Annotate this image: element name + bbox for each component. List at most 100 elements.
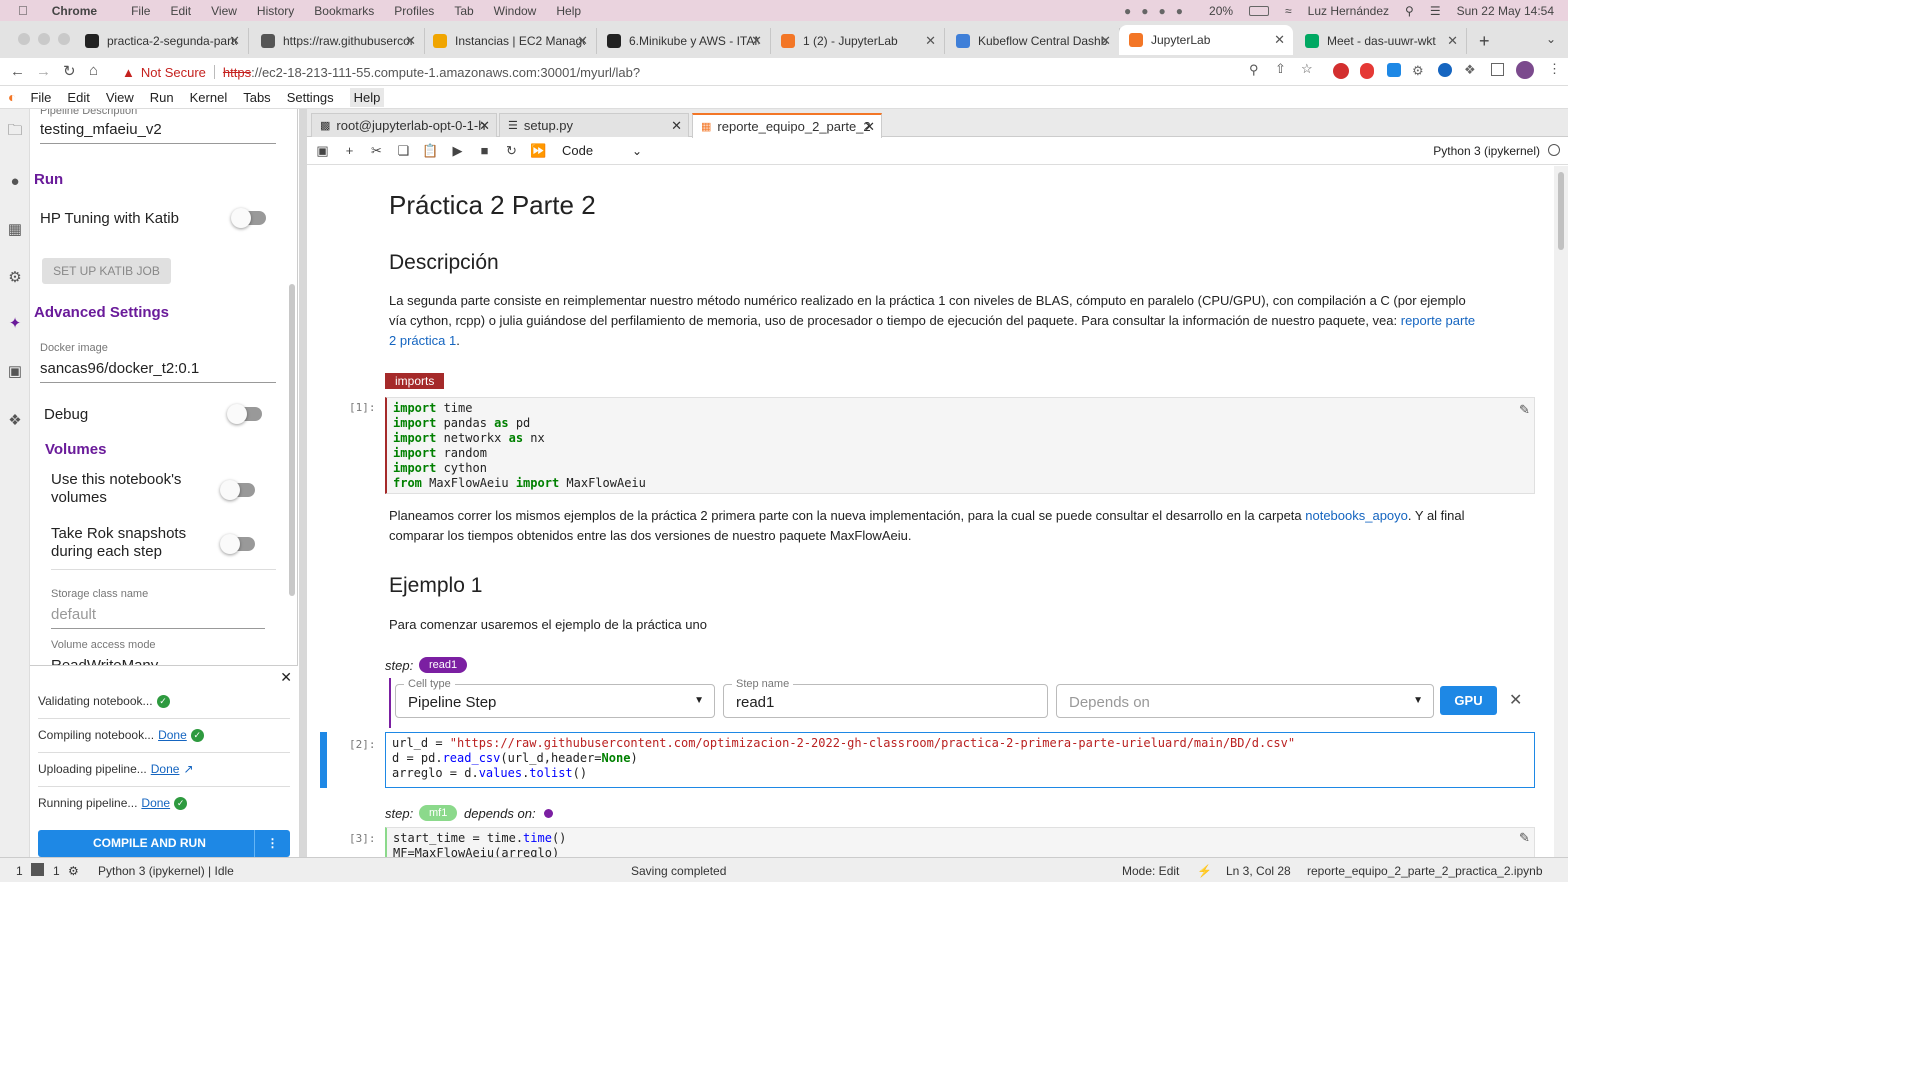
fast-forward-icon[interactable]: ⏩ xyxy=(525,143,552,159)
step-badge-mf1[interactable]: mf1 xyxy=(419,805,458,821)
security-label[interactable]: Not Secure xyxy=(141,65,206,80)
status-count-1[interactable]: 1 xyxy=(16,864,23,878)
cut-icon[interactable]: ✂ xyxy=(363,143,390,159)
share-icon[interactable]: ⇧ xyxy=(1275,61,1286,77)
kernel-status[interactable]: Python 3 (ipykernel) | Idle xyxy=(98,864,234,878)
chevron-down-icon[interactable]: ▼ xyxy=(1413,695,1423,706)
browser-tab[interactable]: https://raw.githubuserconte ✕ xyxy=(251,28,425,54)
extension-adblock-icon[interactable] xyxy=(1333,63,1349,79)
stop-icon[interactable]: ■ xyxy=(471,143,498,158)
mac-menu-tab[interactable]: Tab xyxy=(454,4,473,18)
step-badge-read1[interactable]: read1 xyxy=(419,657,468,673)
edit-pencil-icon[interactable]: ✎ xyxy=(1519,402,1530,418)
omnibox[interactable]: ▲ Not Secure https ://ec2-18-213-111-55.… xyxy=(112,60,1322,84)
close-tab-icon[interactable]: ✕ xyxy=(751,33,762,49)
chevron-down-icon[interactable]: ▼ xyxy=(694,695,704,706)
hp-tuning-toggle[interactable] xyxy=(231,208,266,228)
external-link-icon[interactable]: ↗ xyxy=(183,762,193,776)
control-center-icon[interactable]: ☰ xyxy=(1430,4,1441,18)
notebook-scrollbar[interactable] xyxy=(1554,166,1568,857)
compile-and-run-button[interactable]: COMPILE AND RUN ⋮ xyxy=(38,830,290,857)
imports-tag[interactable]: imports xyxy=(385,373,445,389)
browser-tab[interactable]: practica-2-segunda-parte ✕ xyxy=(75,28,249,54)
close-tab-icon[interactable]: ✕ xyxy=(925,33,936,49)
mac-menu-edit[interactable]: Edit xyxy=(170,4,191,18)
profile-avatar[interactable] xyxy=(1516,61,1534,79)
restart-icon[interactable]: ↻ xyxy=(498,143,525,159)
tab-notebook[interactable]: ▦ reporte_equipo_2_parte_2 ✕ xyxy=(692,113,882,138)
browser-tab[interactable]: Instancias | EC2 Managem ✕ xyxy=(423,28,597,54)
mac-menu-file[interactable]: File xyxy=(131,4,150,18)
gpu-button[interactable]: GPU xyxy=(1440,686,1497,715)
app-name[interactable]: Chrome xyxy=(52,4,97,18)
extensions-icon[interactable]: ❖ xyxy=(6,411,24,429)
rok-snapshots-toggle[interactable] xyxy=(220,534,255,554)
extension-navy-icon[interactable] xyxy=(1438,63,1452,77)
status-count-2[interactable]: 1 xyxy=(53,864,60,878)
tabs-icon[interactable]: ▣ xyxy=(6,362,24,380)
browser-tab[interactable]: 1 (2) - JupyterLab ✕ xyxy=(771,28,945,54)
folder-icon[interactable]: 🗀 xyxy=(6,122,24,141)
mode-status[interactable]: Mode: Edit xyxy=(1122,864,1179,878)
cell-type-select[interactable]: Code xyxy=(562,143,632,158)
zoom-icon[interactable]: ⚲ xyxy=(1249,62,1259,78)
wifi-icon[interactable]: ≈ xyxy=(1285,4,1292,18)
extensions-puzzle-icon[interactable]: ❖ xyxy=(1464,62,1476,78)
minimize-window-button[interactable] xyxy=(38,33,50,45)
kubeflow-icon[interactable]: ✦ xyxy=(6,314,24,332)
forward-icon[interactable]: → xyxy=(36,63,51,80)
step-name-field[interactable]: Step name read1 xyxy=(723,678,1048,718)
warning-icon[interactable]: ▲ xyxy=(122,65,135,80)
mac-menu-window[interactable]: Window xyxy=(494,4,537,18)
zoom-window-button[interactable] xyxy=(58,33,70,45)
chevron-down-icon[interactable]: ⌄ xyxy=(632,144,642,158)
mac-menu-help[interactable]: Help xyxy=(556,4,581,18)
advanced-settings-heading[interactable]: Advanced Settings xyxy=(34,304,169,321)
close-tab-icon[interactable]: ✕ xyxy=(1447,33,1458,49)
docker-image-input[interactable]: sancas96/docker_t2:0.1 xyxy=(40,360,276,383)
browser-tab[interactable]: 6.Minikube y AWS - ITAM- ✕ xyxy=(597,28,771,54)
extension-red-icon[interactable] xyxy=(1360,63,1374,79)
close-tab-icon[interactable]: ✕ xyxy=(1274,32,1285,48)
mac-menu-history[interactable]: History xyxy=(257,4,294,18)
edit-pencil-icon[interactable]: ✎ xyxy=(1519,830,1530,846)
running-done-link[interactable]: Done xyxy=(141,796,170,810)
tab-search-icon[interactable]: ⌄ xyxy=(1546,32,1556,46)
code-cell-mf1[interactable]: start_time = time.time() MF=MaxFlowAeiu(… xyxy=(385,827,1535,857)
more-options-icon[interactable]: ⋮ xyxy=(254,830,290,857)
debug-toggle[interactable] xyxy=(227,404,262,424)
menu-run[interactable]: Run xyxy=(150,90,174,105)
extension-blue-icon[interactable] xyxy=(1387,63,1401,77)
new-tab-icon[interactable]: + xyxy=(1479,31,1490,52)
cell-type-field[interactable]: Cell type Pipeline Step ▼ xyxy=(395,678,715,718)
storage-class-input[interactable]: default xyxy=(51,606,265,629)
browser-tab[interactable]: Meet - das-uuwr-wkt ✕ xyxy=(1295,28,1467,54)
pipeline-description-input[interactable]: testing_mfaeiu_v2 xyxy=(40,121,276,144)
panel-splitter[interactable] xyxy=(299,109,307,857)
close-window-button[interactable] xyxy=(18,33,30,45)
tab-setup-py[interactable]: ☰ setup.py ✕ xyxy=(499,113,689,137)
property-inspector-icon[interactable]: ⚙ xyxy=(6,268,24,286)
back-icon[interactable]: ← xyxy=(10,63,25,80)
notebooks-apoyo-link[interactable]: notebooks_apoyo xyxy=(1305,508,1408,523)
panel-scrollbar[interactable] xyxy=(289,284,295,596)
use-volumes-toggle[interactable] xyxy=(220,480,255,500)
menu-edit[interactable]: Edit xyxy=(67,90,89,105)
kernel-name[interactable]: Python 3 (ipykernel) xyxy=(1433,144,1540,158)
run-icon[interactable]: ▶ xyxy=(444,143,471,159)
uploading-done-link[interactable]: Done xyxy=(151,762,180,776)
compiling-done-link[interactable]: Done xyxy=(158,728,187,742)
sidepanel-icon[interactable] xyxy=(1491,63,1504,76)
browser-tab[interactable]: JupyterLab ✕ xyxy=(1119,25,1293,55)
close-progress-icon[interactable]: ✕ xyxy=(280,669,292,686)
apple-icon[interactable]:  xyxy=(18,3,28,18)
home-icon[interactable]: ⌂ xyxy=(89,62,98,79)
close-tab-icon[interactable]: ✕ xyxy=(577,33,588,49)
close-icon[interactable]: ✕ xyxy=(1509,690,1522,710)
close-tab-icon[interactable]: ✕ xyxy=(1100,33,1111,49)
paste-icon[interactable]: 📋 xyxy=(417,143,444,159)
search-icon[interactable]: ⚲ xyxy=(1405,4,1414,18)
code-cell-read[interactable]: url_d = "https://raw.githubusercontent.c… xyxy=(385,732,1535,788)
running-icon[interactable]: ● xyxy=(6,172,24,190)
menu-settings[interactable]: Settings xyxy=(287,90,334,105)
